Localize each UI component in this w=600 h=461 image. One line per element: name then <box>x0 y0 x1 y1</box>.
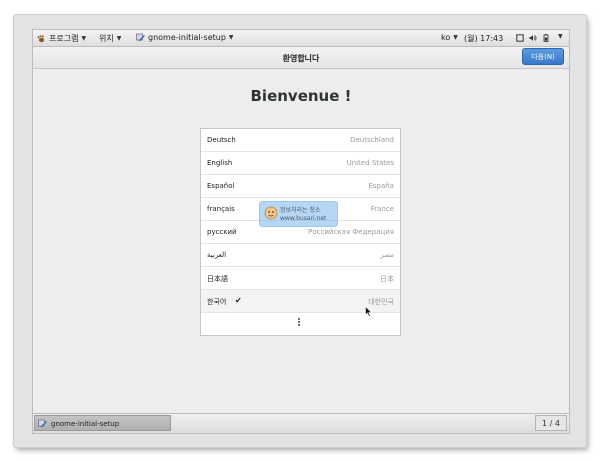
language-name: Deutsch <box>207 136 236 144</box>
app-menu[interactable]: gnome-initial-setup ▼ <box>136 33 234 42</box>
system-menu[interactable]: ▼ <box>555 33 563 40</box>
mouse-pointer-icon <box>365 306 372 317</box>
next-button[interactable]: 다음(N) <box>522 48 564 65</box>
setup-app-icon <box>136 33 145 42</box>
language-region: France <box>370 205 394 213</box>
vertical-ellipsis-icon <box>298 318 301 327</box>
setup-app-icon <box>38 419 47 428</box>
applications-label: 프로그램 <box>49 34 79 43</box>
top-panel: 프로그램 ▼ 위치 ▼ gnome-initial-setup ▼ ko ▼ (… <box>33 30 569 47</box>
clock[interactable]: (월) 17:43 <box>464 33 503 44</box>
language-name: 한국어 <box>207 298 227 306</box>
taskbar-window-button[interactable]: gnome-initial-setup <box>34 415 171 431</box>
chevron-down-icon: ▼ <box>228 34 234 41</box>
language-name: français <box>207 205 235 213</box>
watermark-logo-icon <box>264 206 278 220</box>
chevron-down-icon: ▼ <box>116 35 122 42</box>
header-bar: 환영합니다 다음(N) <box>33 47 569 69</box>
checkmark-icon: ✔ <box>235 296 242 305</box>
language-row-deutsch[interactable]: Deutsch Deutschland <box>201 129 400 152</box>
keyboard-layout-label: ko <box>441 33 451 42</box>
gnome-foot-icon <box>37 34 45 42</box>
language-row-arabic[interactable]: العربية مصر <box>201 244 400 267</box>
language-region: 대한민국 <box>368 298 394 306</box>
bottom-panel: gnome-initial-setup 1 / 4 <box>33 413 569 433</box>
window-icon[interactable] <box>516 34 524 42</box>
language-row-japanese[interactable]: 日本語 日本 <box>201 267 400 290</box>
places-menu[interactable]: 위치 ▼ <box>99 33 121 44</box>
page-title: 환영합니다 <box>282 54 320 63</box>
taskbar-label: gnome-initial-setup <box>51 420 120 428</box>
app-name: gnome-initial-setup <box>148 33 226 42</box>
language-region: United States <box>346 159 394 167</box>
keyboard-layout-indicator[interactable]: ko ▼ <box>441 33 458 42</box>
welcome-heading: Bienvenue ! <box>250 87 352 105</box>
watermark-title: 정보처리는 청소 <box>280 207 321 214</box>
volume-icon[interactable] <box>529 34 537 42</box>
language-name: русский <box>207 228 237 236</box>
chevron-down-icon: ▼ <box>558 33 563 40</box>
language-name: English <box>207 159 233 167</box>
language-row-espanol[interactable]: Español España <box>201 175 400 198</box>
language-name: Español <box>207 182 235 190</box>
chevron-down-icon: ▼ <box>81 35 87 42</box>
language-region: مصر <box>380 251 394 259</box>
chevron-down-icon: ▼ <box>453 34 458 41</box>
language-region: Deutschland <box>350 136 394 144</box>
language-list: Deutsch Deutschland English United State… <box>200 128 401 336</box>
clock-label: (월) 17:43 <box>464 34 504 43</box>
places-label: 위치 <box>99 34 114 43</box>
language-region: Российская Федерация <box>308 228 394 236</box>
language-row-english[interactable]: English United States <box>201 152 400 175</box>
language-name: العربية <box>207 251 227 259</box>
language-region: España <box>368 182 394 190</box>
watermark-url: www.busari.net <box>280 215 327 222</box>
language-region: 日本 <box>380 275 394 283</box>
desktop-screen: 프로그램 ▼ 위치 ▼ gnome-initial-setup ▼ ko ▼ (… <box>32 29 570 434</box>
battery-icon[interactable] <box>542 34 550 42</box>
language-name: 日本語 <box>207 275 228 283</box>
applications-menu[interactable]: 프로그램 ▼ <box>37 33 86 44</box>
workspace-switcher[interactable]: 1 / 4 <box>535 415 567 431</box>
watermark: 정보처리는 청소 www.busari.net <box>259 201 338 227</box>
